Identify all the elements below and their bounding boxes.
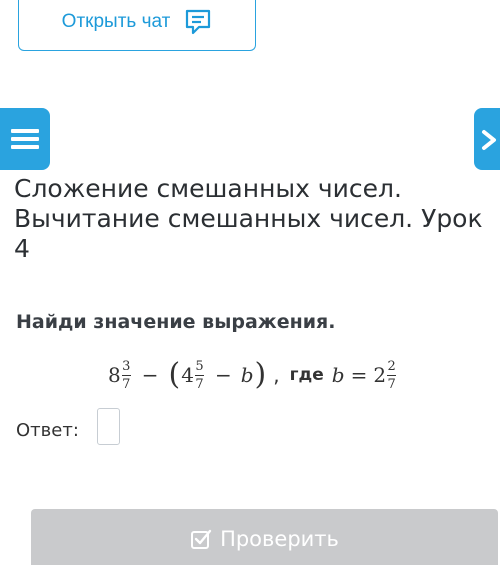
fraction-bar [194,374,204,376]
menu-icon [11,129,39,149]
mixed-number-whole: 8 [108,363,121,387]
check-button-label: Проверить [220,527,339,551]
checkbox-check-icon [191,529,212,549]
menu-button[interactable] [0,108,50,170]
mixed-number-whole: 4 [181,363,194,387]
numerator: 3 [122,358,131,374]
mixed-number-whole: 2 [373,363,387,387]
numerator: 5 [195,358,204,374]
minus-operator: − [141,363,159,387]
denominator: 7 [387,376,396,392]
check-button[interactable]: Проверить [31,509,498,565]
denominator: 7 [122,376,131,392]
chevron-right-icon [482,130,496,150]
comma: , [273,363,280,387]
lesson-title: Сложение смешанных чисел. Вычитание смеш… [14,174,483,263]
open-chat-label: Открыть чат [61,11,171,32]
variable-b: b [240,363,254,387]
minus-operator: − [214,363,232,387]
chat-icon [186,9,211,35]
math-expression: 8 3 7 − ( 4 5 7 − b ) , где b = 2 2 7 [108,352,398,398]
where-word: где [289,365,324,385]
fraction-bar [387,374,397,376]
variable-b: b [331,363,345,387]
answer-label: Ответ: [16,420,79,441]
fraction: 2 7 [387,358,397,392]
equals-sign: = [350,363,368,387]
open-paren: ( [168,357,181,392]
fraction-bar [121,374,131,376]
open-chat-button[interactable]: Открыть чат [18,0,256,51]
numerator: 2 [387,358,396,374]
answer-input[interactable] [97,408,120,445]
close-paren: ) [254,357,267,392]
fraction: 3 7 [121,358,131,392]
task-heading: Найди значение выражения. [16,311,336,333]
denominator: 7 [195,376,204,392]
fraction: 5 7 [194,358,204,392]
next-button[interactable] [474,108,500,170]
